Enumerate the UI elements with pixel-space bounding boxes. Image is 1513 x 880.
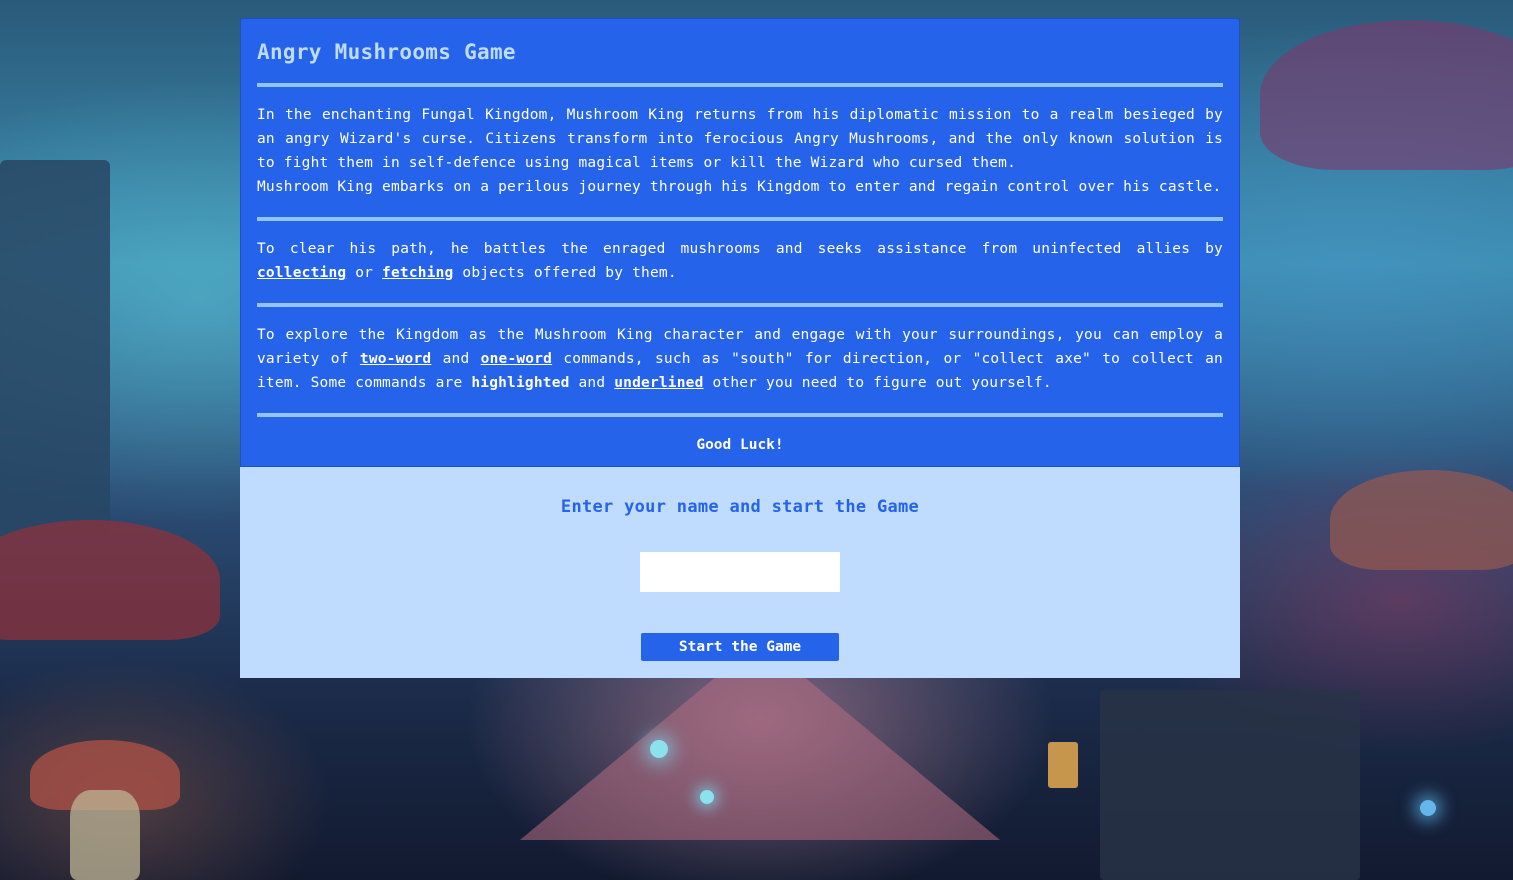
player-name-input[interactable] [640, 552, 840, 592]
background-glow-light [700, 790, 714, 804]
explore-text-and: and [431, 351, 481, 367]
background-mushroom-stem [70, 790, 140, 880]
story-paragraph: In the enchanting Fungal Kingdom, Mushro… [257, 103, 1223, 199]
background-mushroom-cap-right-low [1330, 470, 1513, 570]
good-luck-text: Good Luck! [696, 437, 784, 453]
divider [257, 217, 1223, 221]
keyword-collecting: collecting [257, 265, 347, 281]
path-text-or: or [346, 265, 383, 281]
background-mushroom-cap [0, 520, 220, 640]
keyword-underlined: underlined [614, 375, 704, 391]
divider [257, 303, 1223, 307]
intro-section: Angry Mushrooms Game In the enchanting F… [240, 18, 1240, 467]
start-game-button[interactable]: Start the Game [641, 633, 839, 661]
divider [257, 413, 1223, 417]
page-title: Angry Mushrooms Game [257, 40, 516, 64]
background-glow-light [650, 740, 668, 758]
keyword-one-word: one-word [480, 351, 553, 367]
start-section: Enter your name and start the Game Start… [240, 467, 1240, 678]
background-mushroom-cap-right [1260, 20, 1513, 170]
explore-paragraph: To explore the Kingdom as the Mushroom K… [257, 323, 1223, 395]
background-lit-window [1048, 742, 1078, 788]
explore-text-and-2: and [569, 375, 615, 391]
keyword-fetching: fetching [382, 265, 454, 281]
background-house-left [0, 160, 110, 540]
path-text-end: objects offered by them. [453, 265, 677, 281]
story-text: In the enchanting Fungal Kingdom, Mushro… [257, 107, 1223, 171]
start-heading: Enter your name and start the Game [560, 497, 920, 517]
explore-text-end: other you need to figure out yourself. [703, 375, 1052, 391]
keyword-highlighted: highlighted [471, 375, 570, 391]
path-text: To clear his path, he battles the enrage… [257, 241, 1223, 257]
game-panel: Angry Mushrooms Game In the enchanting F… [240, 18, 1240, 678]
path-paragraph: To clear his path, he battles the enrage… [257, 237, 1223, 285]
story-text-second: Mushroom King embarks on a perilous jour… [257, 179, 1222, 195]
background-glow-light [1420, 800, 1436, 816]
background-house-right [1100, 690, 1360, 880]
keyword-two-word: two-word [359, 351, 432, 367]
divider [257, 83, 1223, 87]
